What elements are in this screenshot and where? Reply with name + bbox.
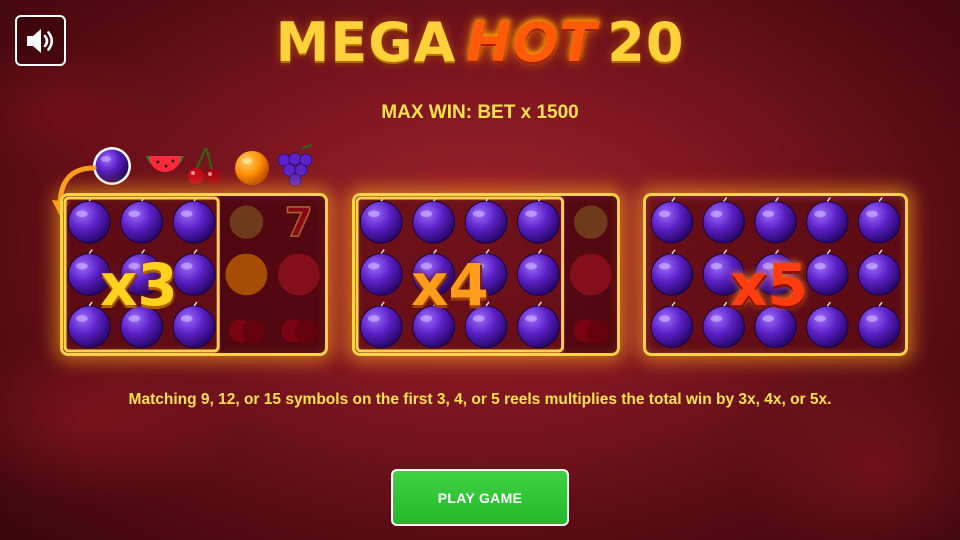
play-game-button[interactable]: PLAY GAME bbox=[391, 469, 569, 526]
grapes-icon bbox=[277, 144, 313, 187]
multiplier-x5: x5 bbox=[730, 251, 808, 319]
logo-mega: MEGA bbox=[275, 11, 457, 74]
game-logo: MEGA HOT 20 bbox=[0, 10, 960, 76]
fruit-symbols-row bbox=[92, 142, 322, 188]
cherries-icon bbox=[188, 147, 221, 185]
logo-20: 20 bbox=[607, 11, 685, 74]
watermelon-icon bbox=[146, 156, 184, 172]
orange-icon bbox=[235, 151, 269, 185]
multiplier-x3: x3 bbox=[100, 251, 178, 319]
feature-description: Matching 9, 12, or 15 symbols on the fir… bbox=[128, 391, 832, 408]
max-win-text: MAX WIN: BET x 1500 bbox=[381, 102, 579, 123]
logo-hot: HOT bbox=[466, 11, 598, 74]
multiplier-x4: x4 bbox=[411, 251, 489, 319]
